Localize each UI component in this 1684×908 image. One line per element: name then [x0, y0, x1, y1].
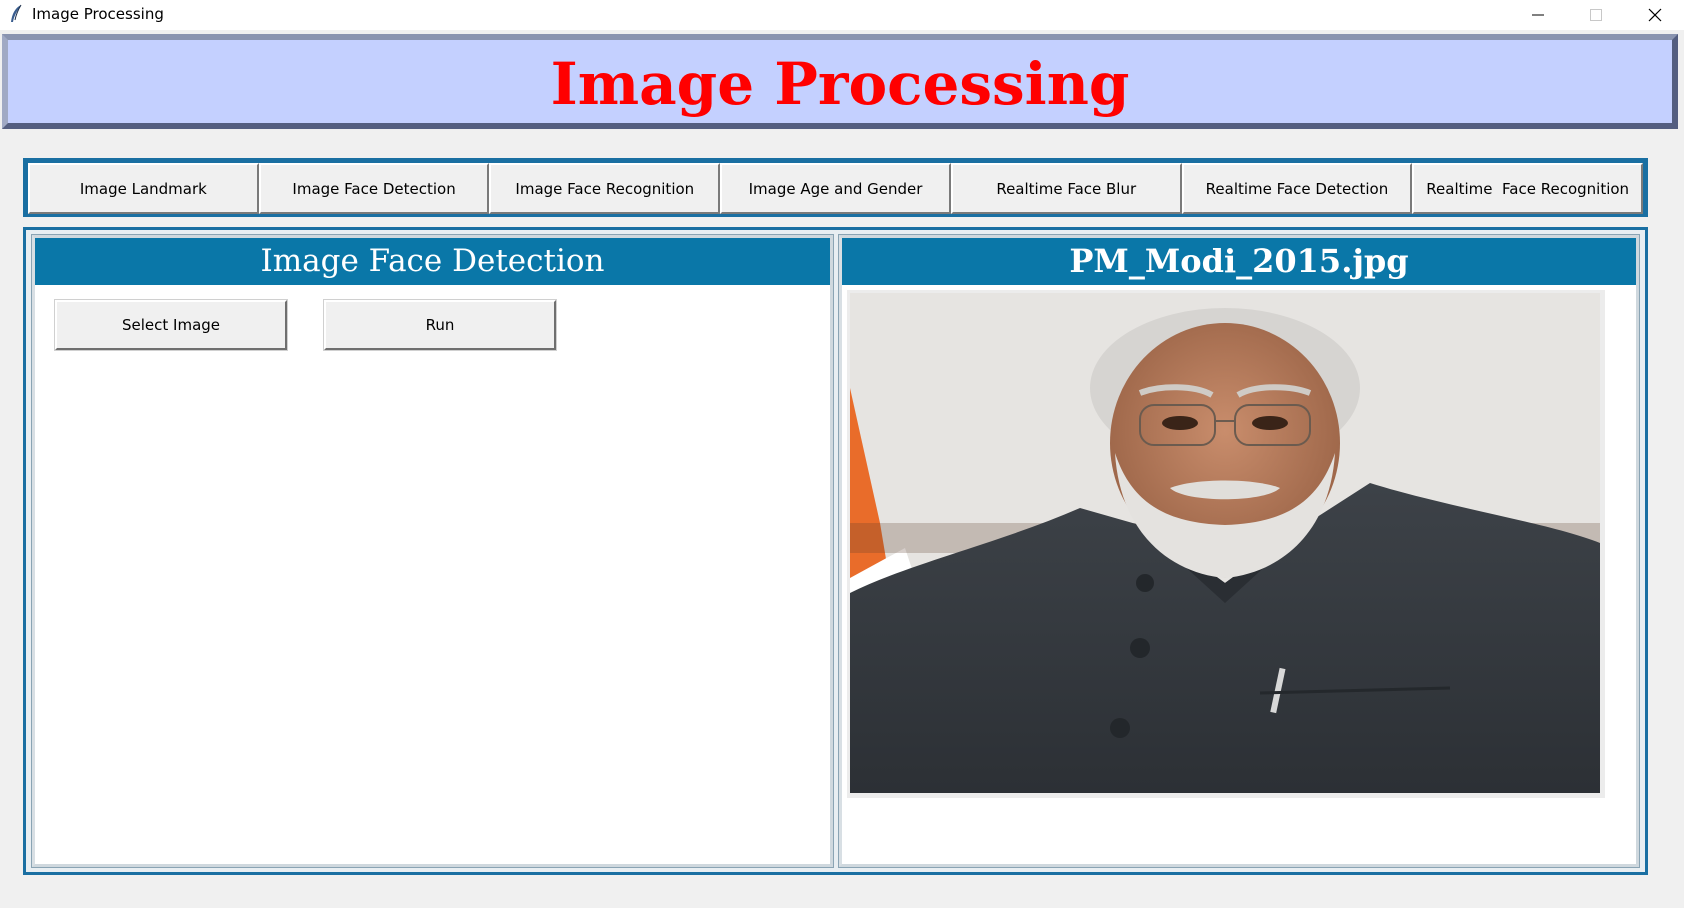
- maximize-button[interactable]: [1567, 0, 1625, 30]
- minimize-icon: [1532, 14, 1544, 16]
- tab-image-face-detection[interactable]: Image Face Detection: [258, 163, 490, 214]
- tab-bar: Image Landmark Image Face Detection Imag…: [23, 158, 1648, 217]
- page-title: Image Processing: [550, 50, 1130, 118]
- close-button[interactable]: [1626, 0, 1684, 30]
- image-preview-frame: [847, 290, 1605, 798]
- run-button[interactable]: Run: [323, 299, 557, 351]
- controls-pane: Image Face Detection Select Image Run: [31, 234, 834, 868]
- tab-realtime-face-detection[interactable]: Realtime Face Detection: [1181, 163, 1413, 214]
- window-title: Image Processing: [32, 5, 164, 23]
- tab-image-landmark[interactable]: Image Landmark: [28, 163, 259, 214]
- main-panel: Image Face Detection Select Image Run PM…: [23, 227, 1648, 875]
- tab-image-face-recognition[interactable]: Image Face Recognition: [489, 163, 721, 214]
- tab-realtime-face-recognition[interactable]: Realtime Face Recognition: [1412, 163, 1644, 214]
- controls-pane-header: Image Face Detection: [35, 238, 830, 285]
- header-banner: Image Processing: [2, 34, 1678, 129]
- feather-icon: [9, 4, 23, 24]
- window-titlebar: Image Processing: [0, 0, 1684, 30]
- tab-realtime-face-blur[interactable]: Realtime Face Blur: [950, 163, 1182, 214]
- close-icon: [1648, 8, 1662, 22]
- tab-image-age-gender[interactable]: Image Age and Gender: [720, 163, 951, 214]
- preview-filename: PM_Modi_2015.jpg: [842, 238, 1636, 285]
- preview-pane: PM_Modi_2015.jpg: [838, 234, 1640, 868]
- portrait-photo: [850, 293, 1600, 793]
- maximize-icon: [1590, 9, 1602, 21]
- minimize-button[interactable]: [1509, 0, 1567, 30]
- select-image-button[interactable]: Select Image: [54, 299, 288, 351]
